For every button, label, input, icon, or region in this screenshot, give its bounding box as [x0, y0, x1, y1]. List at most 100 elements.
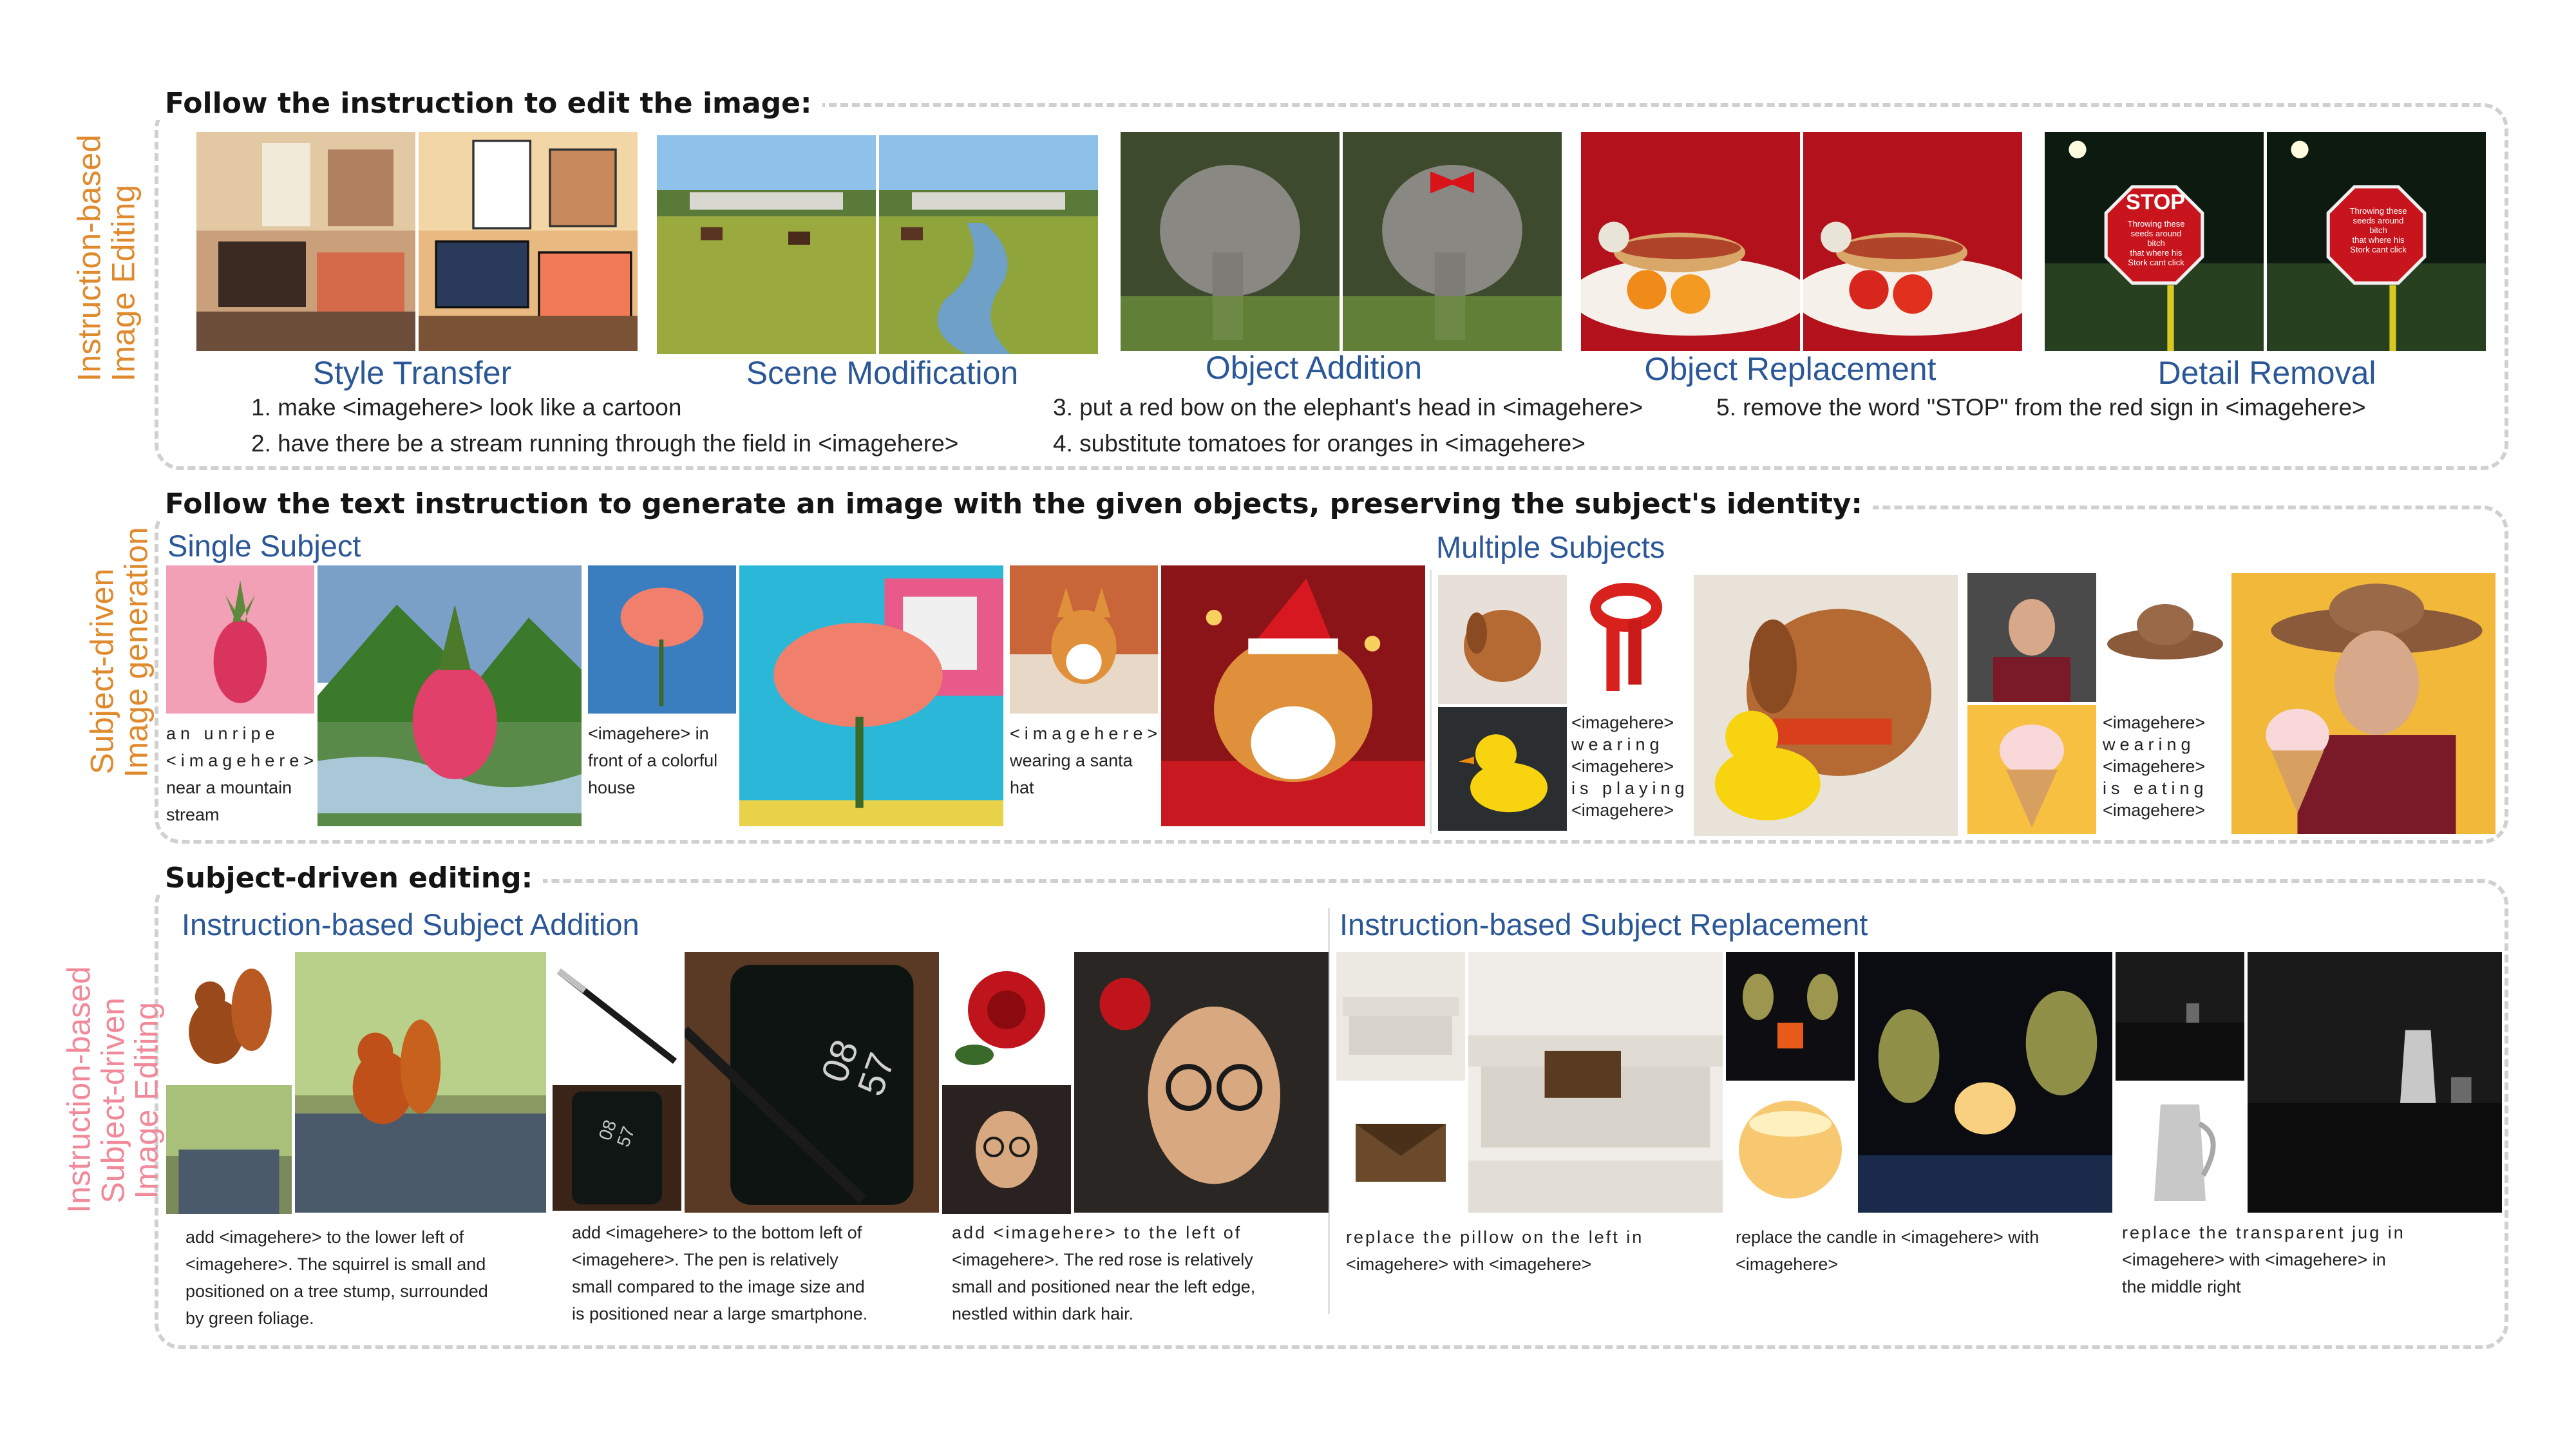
caption-line: add <imagehere> to the lower left of: [185, 1227, 464, 1247]
caption-rose-hair: add <imagehere> to the left of <imageher…: [952, 1219, 1325, 1327]
subject-addition-label: Instruction-based Subject Addition: [182, 907, 639, 942]
kitchen-with-pitcher-image: [2248, 952, 2502, 1213]
caption-line: wearing a santa: [1010, 751, 1133, 770]
caption-line: an unripe: [166, 724, 279, 743]
corgi-santa-hat-image: [1161, 565, 1425, 826]
dog-image: [1438, 575, 1567, 704]
instruction-1: 1. make <imagehere> look like a cartoon: [251, 394, 682, 421]
caption-line: <imagehere>: [1571, 800, 1674, 820]
pen-image: [553, 952, 681, 1081]
corgi-image: [1010, 565, 1158, 714]
caption-line: is playing: [1571, 779, 1689, 798]
multiple-subjects-label: Multiple Subjects: [1436, 530, 1665, 564]
section-instruction-editing-heading: Follow the instruction to edit the image…: [155, 87, 822, 120]
caption-object-replacement: Object Replacement: [1644, 351, 1937, 387]
sofa-with-bag-image: [1468, 952, 1723, 1213]
caption-line: <imagehere>: [2103, 713, 2206, 732]
caption-line: positioned on a tree stump, surrounded: [185, 1282, 488, 1301]
rubber-duck-image: [1438, 707, 1567, 831]
caption-pen: add <imagehere> to the bottom left of <i…: [572, 1219, 939, 1327]
stop-word: STOP: [2126, 190, 2185, 214]
sign-line: bitch: [2147, 238, 2165, 248]
subject-replacement-label: Instruction-based Subject Replacement: [1340, 907, 1868, 942]
caption-line: wearing: [1571, 735, 1664, 754]
caption-line: <imagehere> with <imagehere> in: [2122, 1250, 2386, 1269]
red-rose-image: [942, 952, 1071, 1081]
bedroom-cartoon-image: [419, 132, 638, 351]
field-horses-image: [657, 135, 876, 354]
caption-style-transfer: Style Transfer: [312, 355, 512, 391]
instruction-3: 3. put a red bow on the elephant's head …: [1053, 394, 1643, 421]
rose-colorful-house-image: [739, 565, 1003, 826]
squirrel-on-stump-image: [295, 952, 546, 1213]
caption-pineapple: an unripe <imagehere> near a mountain st…: [166, 720, 314, 828]
caption-line: <imagehere>. The pen is relatively: [572, 1250, 838, 1269]
caption-detail-removal: Detail Removal: [2157, 355, 2376, 391]
caption-line: <imagehere>: [1571, 713, 1674, 732]
caption-line: the middle right: [2122, 1277, 2241, 1296]
pineapple-mountain-stream-image: [317, 565, 582, 826]
caption-line: <imagehere>: [2103, 757, 2206, 776]
side-label-line: Subject-driven: [84, 568, 120, 775]
white-sofa-image: [1336, 952, 1465, 1081]
caption-line: is positioned near a large smartphone.: [572, 1304, 868, 1323]
single-subject-label: Single Subject: [167, 529, 361, 563]
sign-line: seeds around: [2130, 229, 2182, 238]
pink-pineapple-image: [166, 565, 314, 714]
hotdog-tomatoes-image: [1803, 132, 2022, 351]
caption-line: <imagehere>. The squirrel is small and: [185, 1255, 486, 1274]
sign-line: Stork cant click: [2128, 258, 2184, 267]
caption-line: stream: [166, 805, 220, 824]
caption-line: nestled within dark hair.: [952, 1304, 1134, 1323]
sign-handwriting: Throwing these seeds around bitch that w…: [2336, 206, 2420, 254]
man-hat-ice-cream-image: [2231, 573, 2496, 834]
caption-line: front of a colorful: [588, 751, 718, 770]
caption-line: <imagehere>: [2103, 800, 2206, 820]
caption-line: add <imagehere> to the left of: [952, 1223, 1242, 1242]
caption-candle: replace the candle in <imagehere> with <…: [1736, 1224, 2109, 1278]
caption-line: <imagehere>: [166, 751, 319, 770]
instruction-4: 4. substitute tomatoes for oranges in <i…: [1053, 430, 1586, 457]
section2-divider: [1430, 570, 1432, 834]
side-label-line: Image Editing: [105, 184, 141, 382]
pink-rose-image: [588, 565, 736, 714]
caption-corgi: <imagehere> wearing a santa hat: [1010, 720, 1161, 801]
sign-no-stop-image: Throwing these seeds around bitch that w…: [2267, 132, 2486, 351]
wine-glasses-new-candle-image: [1858, 952, 2112, 1213]
field-stream-image: [879, 135, 1098, 354]
section-subject-generation-heading: Follow the text instruction to generate …: [155, 488, 1873, 520]
brown-bag-image: [1336, 1085, 1465, 1214]
caption-line: by green foliage.: [185, 1309, 314, 1328]
sign-line: Throwing these: [2127, 219, 2185, 229]
caption-line: replace the transparent jug in: [2122, 1223, 2405, 1242]
instruction-5: 5. remove the word "STOP" from the red s…: [1716, 394, 2366, 421]
caption-line: near a mountain: [166, 778, 292, 797]
section-instruction-editing-side-label: Instruction-based Image Editing: [71, 134, 142, 382]
caption-line: <imagehere> in: [588, 724, 709, 743]
side-label-line: Subject-driven: [94, 997, 131, 1204]
caption-line: wearing: [2103, 735, 2195, 754]
caption-line: house: [588, 778, 636, 797]
cowboy-hat-image: [2101, 573, 2230, 702]
caption-line: <imagehere>: [1736, 1255, 1839, 1274]
caption-line: replace the pillow on the left in: [1346, 1227, 1644, 1247]
sign-line: Throwing these: [2349, 206, 2407, 216]
dark-kitchen-image: [2116, 952, 2244, 1081]
caption-scene-modification: Scene Modification: [746, 355, 1019, 391]
wine-glasses-candle-image: [1726, 952, 1855, 1081]
metal-pitcher-image: [2116, 1085, 2244, 1214]
phone-with-pen-image: 08 57: [685, 952, 939, 1213]
man-portrait-image: [1967, 573, 2096, 702]
caption-pillow: replace the pillow on the left in <image…: [1346, 1224, 1713, 1278]
caption-line: <imagehere>: [1010, 724, 1162, 743]
instruction-2: 2. have there be a stream running throug…: [251, 430, 959, 457]
section-subject-generation-side-label: Subject-driven Image generation: [84, 527, 155, 777]
sign-line: that where his: [2352, 235, 2405, 245]
phone-image: 08 57: [553, 1085, 681, 1211]
side-label-line: Instruction-based: [71, 134, 108, 382]
sign-handwriting: Throwing these seeds around bitch that w…: [2114, 219, 2198, 267]
caption-line: <imagehere>. The red rose is relatively: [952, 1250, 1253, 1269]
caption-line: small and positioned near the left edge,: [952, 1277, 1256, 1296]
caption-line: <imagehere>: [1571, 757, 1674, 776]
dog-scarf-duck-image: [1694, 575, 1958, 836]
